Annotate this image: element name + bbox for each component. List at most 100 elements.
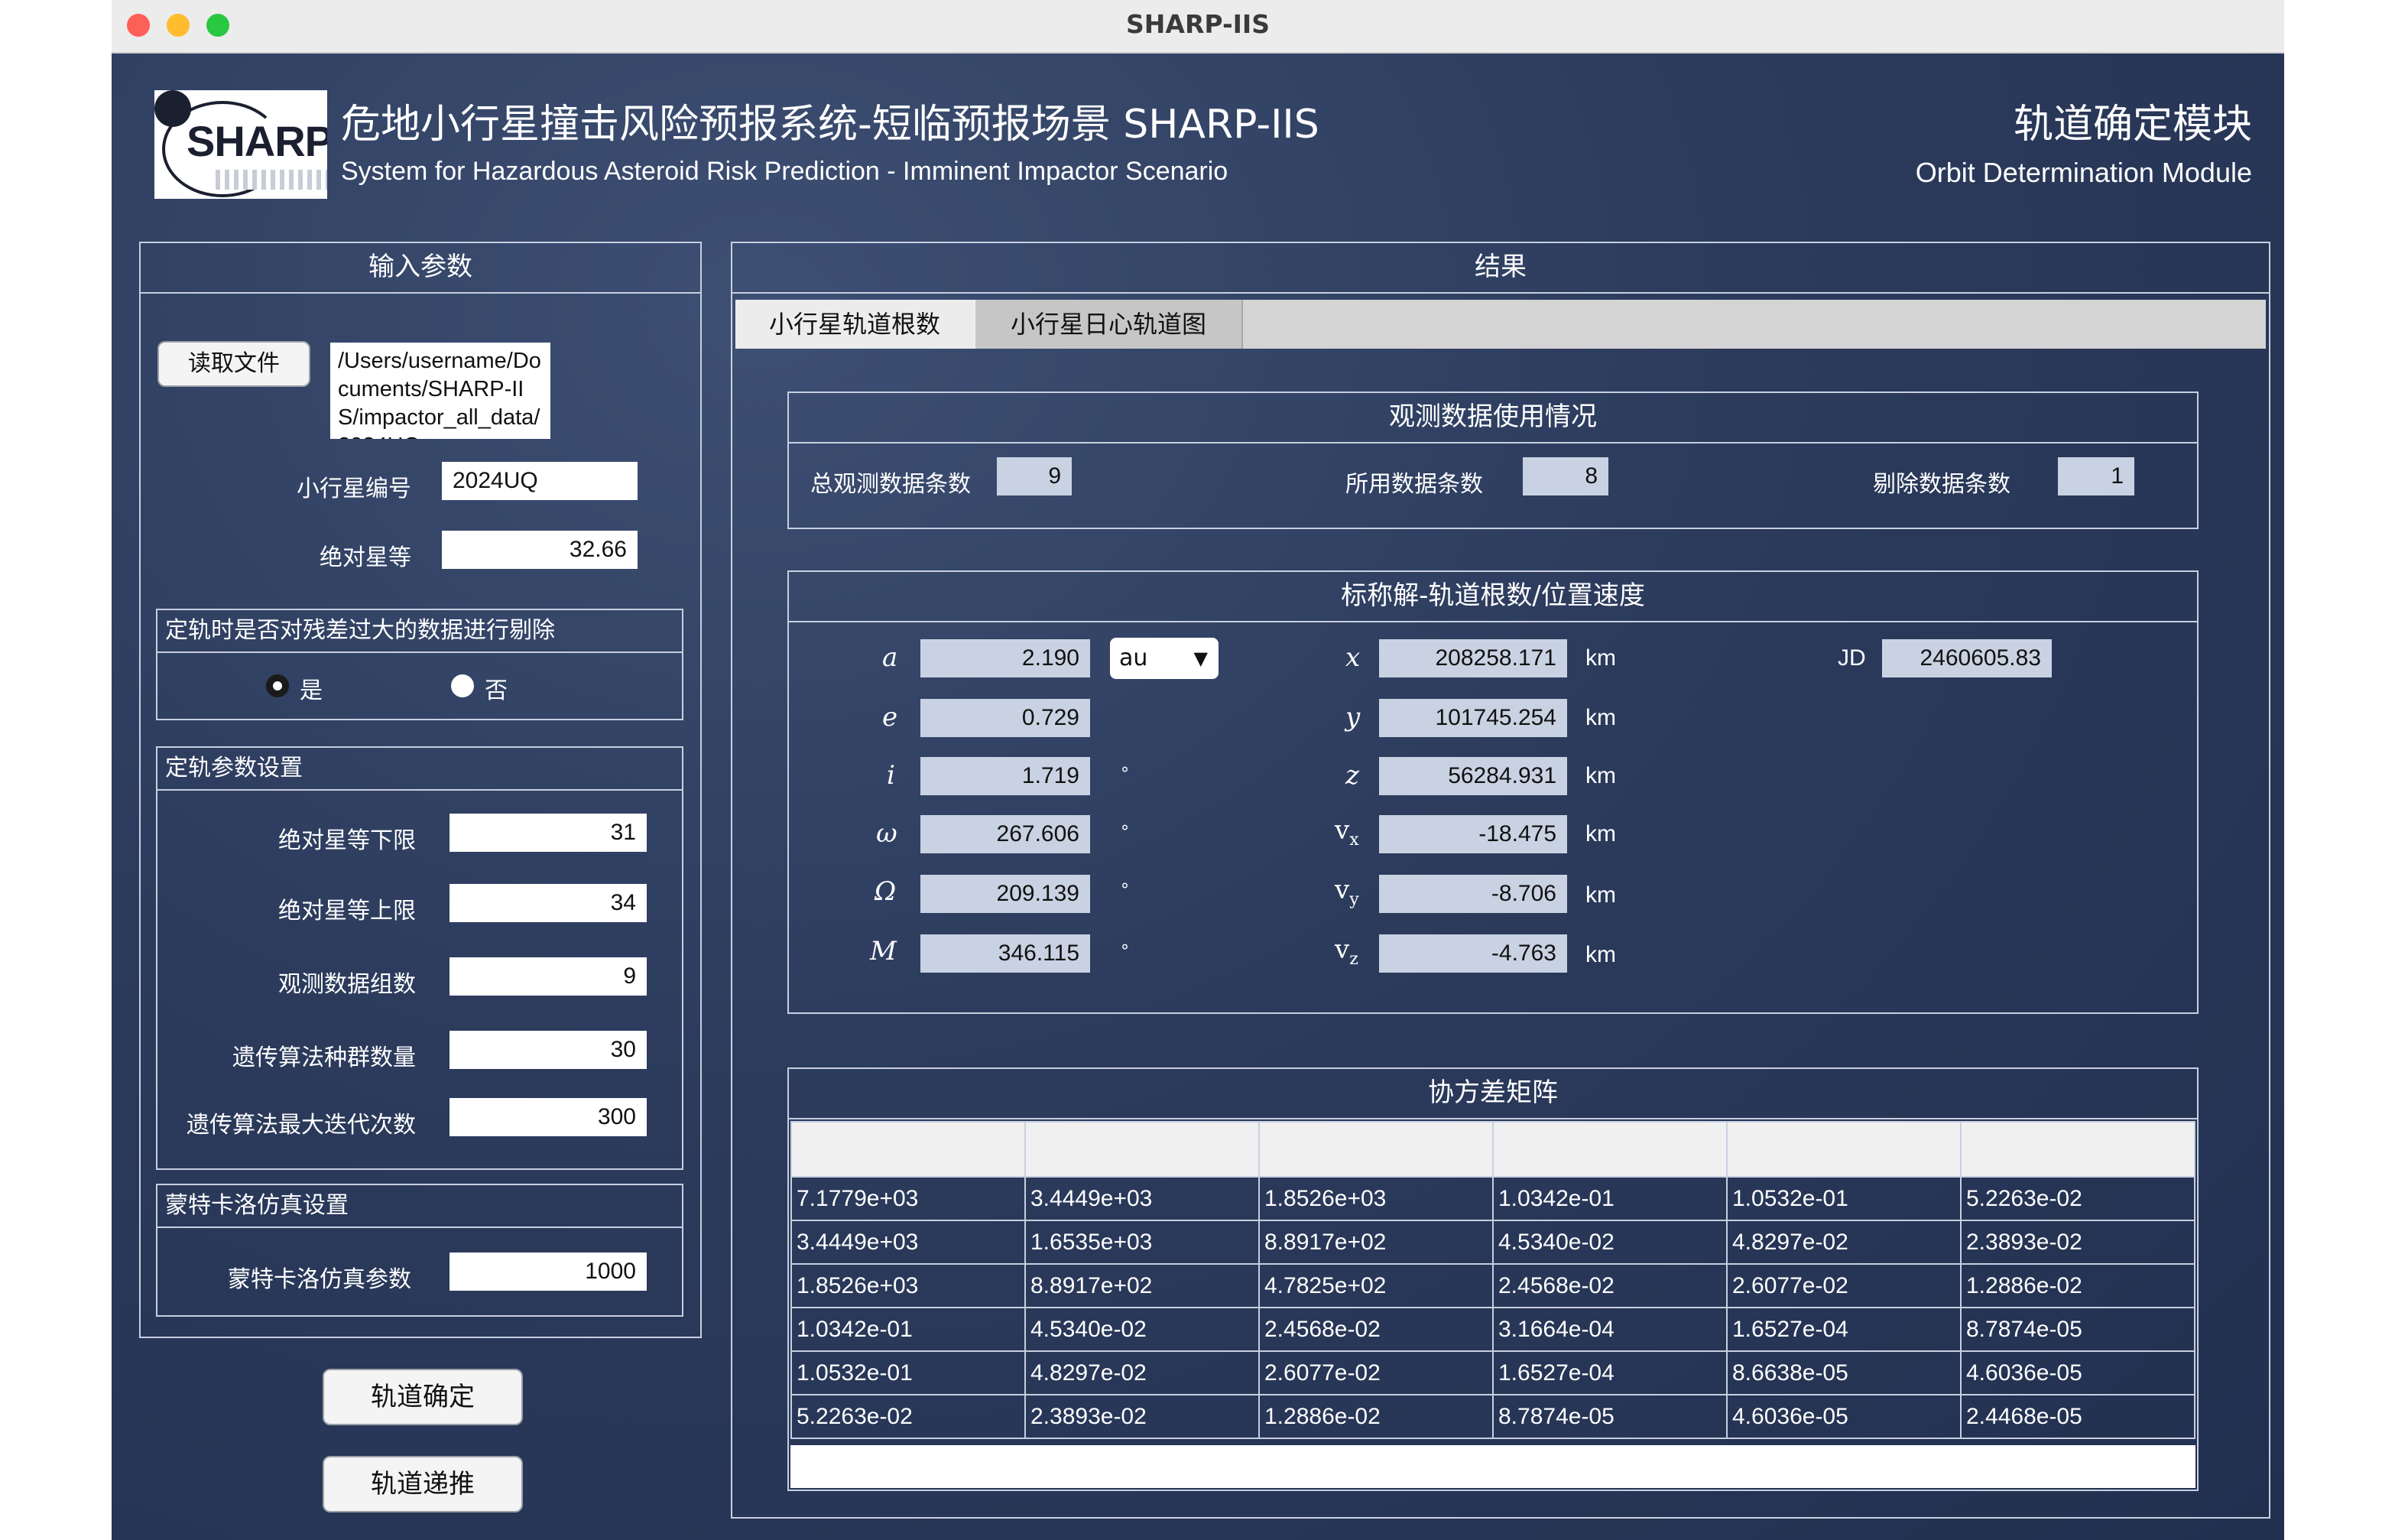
M-value: 346.115: [920, 934, 1090, 973]
covariance-table: 7.1779e+03 3.4449e+03 1.8526e+03 1.0342e…: [790, 1121, 2195, 1439]
mc-param-label: 蒙特卡洛仿真参数: [228, 1266, 411, 1293]
e-symbol: e: [882, 702, 898, 733]
y-value: 101745.254: [1379, 699, 1567, 737]
i-degree-unit: °: [1121, 765, 1129, 784]
M-degree-unit: °: [1121, 942, 1129, 961]
asteroid-id-label: 小行星编号: [297, 476, 411, 502]
ga-iter-label: 遗传算法最大迭代次数: [187, 1112, 416, 1139]
mc-param-input[interactable]: 1000: [449, 1252, 647, 1291]
reject-no-radio[interactable]: [451, 674, 474, 697]
orbit-determination-button[interactable]: 轨道确定: [323, 1369, 523, 1425]
table-cell: 4.7825e+02: [1258, 1263, 1494, 1308]
mag-lower-input[interactable]: 31: [449, 814, 647, 852]
table-cell: 3.4449e+03: [790, 1220, 1026, 1265]
table-cell: 2.4468e-05: [1960, 1394, 2195, 1439]
table-row: 1.8526e+03 8.8917e+02 4.7825e+02 2.4568e…: [790, 1263, 2195, 1308]
system-title-en: System for Hazardous Asteroid Risk Predi…: [341, 157, 1228, 186]
z-symbol: z: [1345, 760, 1359, 791]
table-cell: 1.2886e-02: [1960, 1263, 2195, 1308]
y-unit: km: [1585, 705, 1616, 730]
z-unit: km: [1585, 763, 1616, 788]
jd-label: JD: [1838, 645, 1866, 671]
i-value: 1.719: [920, 757, 1090, 795]
table-cell: 4.5340e-02: [1492, 1220, 1728, 1265]
table-cell: 3.4449e+03: [1024, 1176, 1260, 1221]
module-title-en: Orbit Determination Module: [1915, 157, 2252, 188]
ga-pop-label: 遗传算法种群数量: [232, 1045, 416, 1071]
total-obs-label: 总观测数据条数: [810, 471, 971, 498]
module-title-cn: 轨道确定模块: [2013, 102, 2252, 148]
x-value: 208258.171: [1379, 639, 1567, 677]
a-symbol: a: [882, 642, 898, 673]
table-cell: 1.6527e-04: [1492, 1350, 1728, 1395]
reject-yes-label[interactable]: 是: [300, 671, 323, 705]
orbit-propagation-button[interactable]: 轨道递推: [323, 1456, 523, 1512]
i-symbol: i: [887, 760, 895, 791]
table-cell: 1.0532e-01: [790, 1350, 1026, 1395]
tab-orbit-elements[interactable]: 小行星轨道根数: [735, 300, 974, 349]
column-header: [1024, 1121, 1260, 1178]
used-obs-label: 所用数据条数: [1345, 471, 1483, 498]
x-unit: km: [1585, 645, 1616, 671]
reject-yes-radio[interactable]: [266, 674, 289, 697]
app-window: SHARP-IIS SHARP 危地小行星撞击风险预报系统-短临预报场景 SHA…: [112, 0, 2284, 1540]
rejected-obs-label: 剔除数据条数: [1873, 471, 2010, 498]
omega-degree-unit: °: [1121, 823, 1129, 842]
table-row: 5.2263e-02 2.3893e-02 1.2886e-02 8.7874e…: [790, 1394, 2195, 1439]
ga-iter-input[interactable]: 300: [449, 1098, 647, 1136]
table-cell: 4.6036e-05: [1726, 1394, 1962, 1439]
table-row: 3.4449e+03 1.6535e+03 8.8917e+02 4.5340e…: [790, 1220, 2195, 1265]
title-bar: SHARP-IIS: [112, 0, 2284, 54]
vy-unit: km: [1585, 882, 1616, 908]
tab-heliocentric-orbit[interactable]: 小行星日心轨道图: [974, 300, 1243, 349]
abs-mag-input[interactable]: 32.66: [442, 531, 638, 569]
unit-select[interactable]: au ▼: [1110, 638, 1219, 679]
vx-unit: km: [1585, 821, 1616, 846]
results-tab-bar: 小行星轨道根数 小行星日心轨道图: [735, 300, 2266, 349]
table-cell: 5.2263e-02: [790, 1394, 1026, 1439]
table-cell: 1.8526e+03: [1258, 1176, 1494, 1221]
mag-upper-input[interactable]: 34: [449, 884, 647, 922]
table-cell: 8.6638e-05: [1726, 1350, 1962, 1395]
z-value: 56284.931: [1379, 757, 1567, 795]
mc-group: 蒙特卡洛仿真设置: [156, 1184, 683, 1317]
ga-pop-input[interactable]: 30: [449, 1031, 647, 1069]
read-file-button[interactable]: 读取文件: [157, 341, 310, 387]
Omega-symbol: Ω: [875, 876, 897, 907]
table-cell: 5.2263e-02: [1960, 1176, 2195, 1221]
results-panel: 结果 小行星轨道根数 小行星日心轨道图 观测数据使用情况 总观测数据条数 9 所…: [731, 242, 2270, 1519]
column-header: [1726, 1121, 1962, 1178]
vz-value: -4.763: [1379, 934, 1567, 973]
obs-groups-input[interactable]: 9: [449, 957, 647, 996]
abs-mag-label: 绝对星等: [320, 544, 411, 571]
table-cell: 7.1779e+03: [790, 1176, 1026, 1221]
Omega-value: 209.139: [920, 875, 1090, 913]
reject-group: 定轨时是否对残差过大的数据进行剔除: [156, 609, 683, 720]
table-cell: 1.0342e-01: [1492, 1176, 1728, 1221]
table-cell: 1.6527e-04: [1726, 1307, 1962, 1352]
table-cell: 2.6077e-02: [1258, 1350, 1494, 1395]
covariance-title: 协方差矩阵: [789, 1069, 2197, 1119]
a-value: 2.190: [920, 639, 1090, 677]
mag-lower-label: 绝对星等下限: [278, 827, 416, 854]
asteroid-id-input[interactable]: 2024UQ: [442, 462, 638, 500]
table-cell: 3.1664e-04: [1492, 1307, 1728, 1352]
table-cell: 8.7874e-05: [1960, 1307, 2195, 1352]
covariance-group: 协方差矩阵 7.1779e+03 3.4449e+03 1.8526e+03 1…: [787, 1067, 2199, 1491]
M-symbol: M: [870, 936, 897, 967]
file-path-field[interactable]: /Users/username/Documents/SHARP-IIS/impa…: [330, 343, 550, 439]
x-symbol: x: [1345, 642, 1361, 673]
table-cell: 2.4568e-02: [1258, 1307, 1494, 1352]
vz-unit: km: [1585, 942, 1616, 967]
y-symbol: y: [1345, 702, 1361, 733]
table-cell: 1.6535e+03: [1024, 1220, 1260, 1265]
column-header: [790, 1121, 1026, 1178]
column-header: [1960, 1121, 2195, 1178]
obs-groups-label: 观测数据组数: [278, 971, 416, 998]
omega-value: 267.606: [920, 815, 1090, 853]
reject-no-label[interactable]: 否: [485, 671, 508, 705]
results-panel-title: 结果: [732, 243, 2269, 294]
mc-group-title: 蒙特卡洛仿真设置: [157, 1185, 682, 1228]
obs-usage-group: 观测数据使用情况 总观测数据条数 9 所用数据条数 8 剔除数据条数 1: [787, 391, 2199, 529]
table-cell: 1.0342e-01: [790, 1307, 1026, 1352]
